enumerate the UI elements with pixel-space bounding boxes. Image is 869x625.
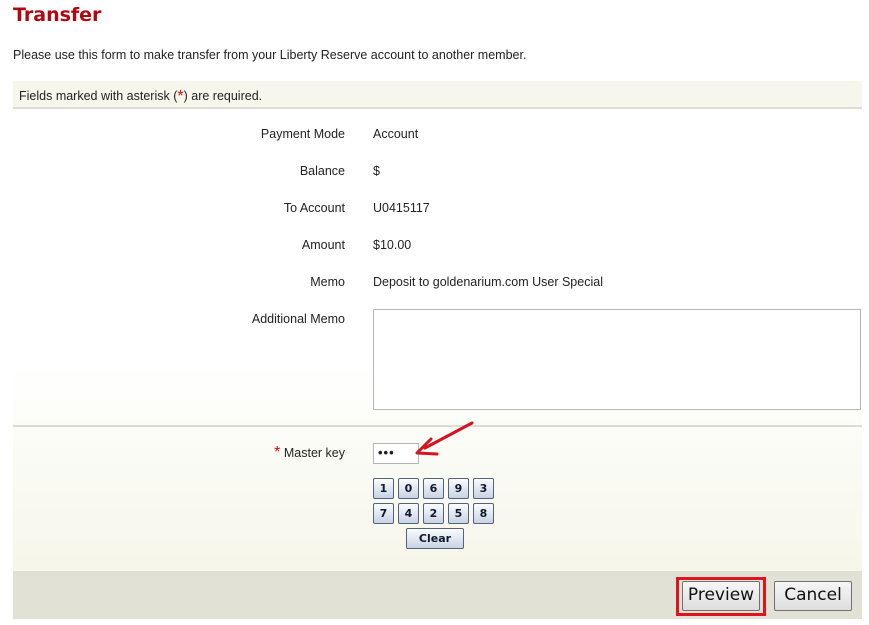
balance-label: Balance [299, 164, 345, 178]
additional-memo-textarea[interactable] [373, 309, 861, 410]
to-account-value: U0415117 [373, 201, 430, 215]
keypad-key[interactable]: 4 [398, 503, 419, 524]
required-note: Fields marked with asterisk (*) are requ… [13, 81, 862, 109]
master-key-label: * Master key [274, 444, 345, 462]
balance-value: $ [373, 164, 380, 178]
keypad-key[interactable]: 6 [423, 478, 444, 499]
to-account-label: To Account [283, 201, 345, 215]
keypad-key[interactable]: 7 [373, 503, 394, 524]
memo-label: Memo [310, 275, 345, 289]
master-key-required-asterisk: * [274, 444, 281, 461]
preview-button[interactable]: Preview [682, 581, 760, 611]
keypad-key[interactable]: 9 [448, 478, 469, 499]
cancel-button[interactable]: Cancel [774, 581, 852, 611]
payment-mode-label: Payment Mode [260, 127, 345, 141]
keypad-key[interactable]: 3 [473, 478, 494, 499]
keypad-key[interactable]: 1 [373, 478, 394, 499]
annotation-arrow-icon [415, 421, 474, 456]
keypad-clear-button[interactable]: Clear [406, 528, 464, 549]
keypad-key[interactable]: 2 [423, 503, 444, 524]
amount-value: $10.00 [373, 238, 412, 252]
payment-mode-value: Account [373, 127, 419, 141]
required-note-suffix: ) are required. [183, 89, 263, 103]
master-key-label-text: Master key [283, 446, 345, 460]
keypad-key[interactable]: 0 [398, 478, 419, 499]
keypad-key[interactable]: 8 [473, 503, 494, 524]
page-title: Transfer [13, 4, 102, 26]
intro-text: Please use this form to make transfer fr… [13, 48, 527, 62]
amount-label: Amount [301, 238, 345, 252]
keypad-key[interactable]: 5 [448, 503, 469, 524]
memo-value: Deposit to goldenarium.com User Special [373, 275, 603, 289]
additional-memo-label: Additional Memo [251, 312, 345, 326]
required-note-prefix: Fields marked with asterisk ( [19, 89, 178, 103]
